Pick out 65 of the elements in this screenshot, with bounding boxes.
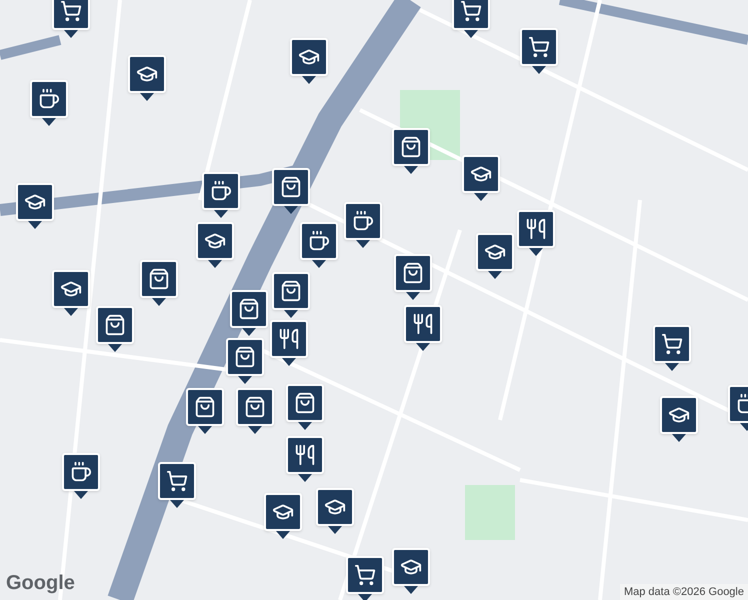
map-pin[interactable] [344,202,382,248]
map-pin[interactable] [392,128,430,174]
coffee-cup-icon [70,461,92,483]
map-pin[interactable] [660,396,698,442]
shopping-cart-icon [354,564,376,586]
map-pin[interactable] [128,55,166,101]
map-pin[interactable] [16,183,54,229]
map-pin[interactable] [196,222,234,268]
shopping-bag-icon [280,280,302,302]
map-pin[interactable] [186,388,224,434]
shopping-bag-icon [280,176,302,198]
map-pin[interactable] [404,305,442,351]
map-pin[interactable] [392,548,430,594]
map-pin[interactable] [230,290,268,336]
shopping-bag-icon [294,392,316,414]
map-pin[interactable] [264,493,302,539]
map-pin[interactable] [286,384,324,430]
fork-knife-icon [278,328,300,350]
map-pin[interactable] [346,556,384,600]
map-pin[interactable] [52,0,90,38]
shopping-cart-icon [528,36,550,58]
map-pin[interactable] [653,325,691,371]
map-pin[interactable] [462,155,500,201]
shopping-bag-icon [244,396,266,418]
shopping-cart-icon [60,0,82,22]
map-pin[interactable] [62,453,100,499]
map-pin[interactable] [226,338,264,384]
map-pin[interactable] [394,254,432,300]
fork-knife-icon [525,218,547,240]
map-pin[interactable] [272,168,310,214]
map-pin[interactable] [316,488,354,534]
shopping-bag-icon [402,262,424,284]
google-logo: Google [6,571,75,596]
map-pin[interactable] [236,388,274,434]
map-pin[interactable] [300,222,338,268]
map-pin[interactable] [140,260,178,306]
map-pin[interactable] [270,320,308,366]
coffee-cup-icon [38,88,60,110]
map-pin[interactable] [30,80,68,126]
shopping-cart-icon [460,0,482,22]
map-pin[interactable] [158,462,196,508]
shopping-cart-icon [166,470,188,492]
map-pin[interactable] [52,270,90,316]
coffee-cup-icon [210,180,232,202]
fork-knife-icon [412,313,434,335]
map-pin[interactable] [96,306,134,352]
map-pin[interactable] [202,172,240,218]
shopping-bag-icon [400,136,422,158]
map-pin[interactable] [476,233,514,279]
map-pin[interactable] [272,272,310,318]
map-pin[interactable] [517,210,555,256]
shopping-bag-icon [104,314,126,336]
shopping-bag-icon [148,268,170,290]
coffee-cup-icon [308,230,330,252]
shopping-cart-icon [661,333,683,355]
coffee-cup-icon [352,210,374,232]
map-pin[interactable] [520,28,558,74]
shopping-bag-icon [234,346,256,368]
fork-knife-icon [294,444,316,466]
map-pin[interactable] [290,38,328,84]
map-pin[interactable] [452,0,490,38]
map-attribution: Map data ©2026 Google [620,584,748,600]
map-pin[interactable] [286,436,324,482]
shopping-bag-icon [194,396,216,418]
shopping-bag-icon [238,298,260,320]
